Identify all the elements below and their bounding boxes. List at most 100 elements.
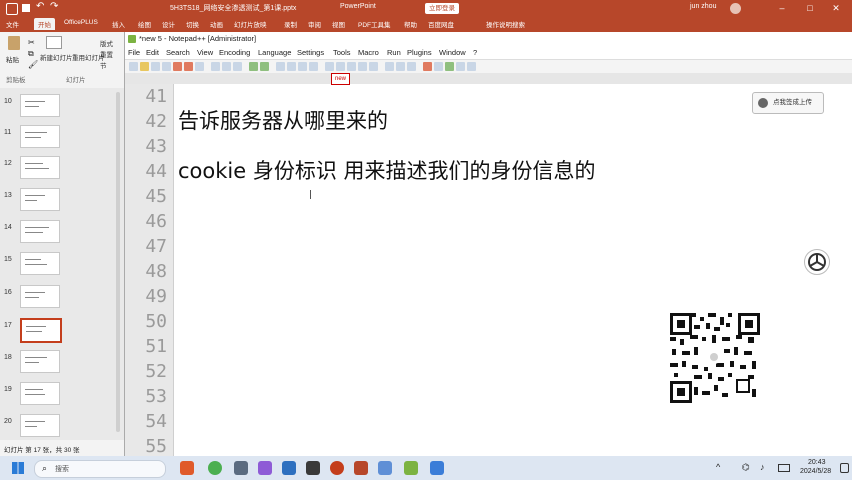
tab-help[interactable]: 帮助 (404, 19, 417, 29)
tab-review[interactable]: 审阅 (308, 19, 321, 29)
new-slide-icon[interactable] (46, 36, 62, 49)
slide-thumbnail-16[interactable] (20, 285, 60, 308)
copy-icon[interactable]: ⧉ (28, 49, 34, 59)
tab-officeplus[interactable]: OfficePLUS (64, 19, 98, 26)
menu-tools[interactable]: Tools (333, 48, 351, 57)
notifications-icon[interactable] (840, 463, 849, 473)
panel-scrollbar[interactable] (116, 92, 120, 432)
slide-thumbnail-10[interactable] (20, 94, 60, 117)
slide-thumbnail-panel[interactable]: 10 11 12 13 14 15 16 17 18 19 20 (0, 88, 124, 440)
upload-overlay-button[interactable]: 点我签成上传 (752, 92, 824, 114)
tri-circle-logo-icon[interactable] (804, 249, 830, 275)
save-icon[interactable] (22, 4, 30, 12)
user-name[interactable]: jun zhou (690, 3, 716, 10)
menu-edit[interactable]: Edit (146, 48, 159, 57)
slide-thumbnail-18[interactable] (20, 350, 60, 373)
redo-icon[interactable]: ↷ (50, 1, 58, 12)
login-chip[interactable]: 立即登录 (425, 3, 459, 14)
editor-line-44[interactable]: cookie 身份标识 用来描述我们的身份信息的 (178, 159, 596, 184)
tab-draw[interactable]: 绘图 (138, 19, 151, 29)
app-icon-5[interactable] (282, 461, 296, 475)
notepadpp-icon[interactable] (404, 461, 418, 475)
autosave-icon[interactable] (6, 3, 18, 15)
save-icon[interactable] (151, 62, 160, 71)
menu-settings[interactable]: Settings (297, 48, 324, 57)
zoom-in-icon[interactable] (298, 62, 307, 71)
word-wrap-icon[interactable] (347, 62, 356, 71)
powerpoint-icon[interactable] (354, 461, 368, 475)
app-icon-1[interactable] (180, 461, 194, 475)
windows-start-icon[interactable] (12, 462, 24, 474)
save-macro-icon[interactable] (467, 62, 476, 71)
app-icon-3[interactable] (234, 461, 248, 475)
slide-thumbnail-20[interactable] (20, 414, 60, 437)
tab-design[interactable]: 设计 (162, 19, 175, 29)
paste-icon[interactable] (233, 62, 242, 71)
app-icon-4[interactable] (258, 461, 272, 475)
menu-help[interactable]: ? (473, 48, 477, 57)
tab-view[interactable]: 视图 (332, 19, 345, 29)
paste-icon[interactable] (8, 36, 20, 50)
section-button[interactable]: 节 (100, 60, 107, 70)
volume-icon[interactable]: ♪ (760, 462, 765, 472)
menu-macro[interactable]: Macro (358, 48, 379, 57)
slide-thumbnail-15[interactable] (20, 252, 60, 275)
sync-vertical-icon[interactable] (325, 62, 334, 71)
taskbar-search-box[interactable]: ⌕ 搜索 (34, 460, 166, 478)
menu-file[interactable]: File (128, 48, 140, 57)
show-all-chars-icon[interactable] (358, 62, 367, 71)
menu-view[interactable]: View (197, 48, 213, 57)
tab-slideshow[interactable]: 幻灯片放映 (234, 19, 267, 29)
stop-macro-icon[interactable] (434, 62, 443, 71)
slide-thumbnail-13[interactable] (20, 188, 60, 211)
tray-chevron-icon[interactable]: ^ (716, 462, 720, 472)
copy-icon[interactable] (222, 62, 231, 71)
undo-icon[interactable]: ↶ (36, 1, 44, 12)
print-icon[interactable] (195, 62, 204, 71)
close-all-icon[interactable] (184, 62, 193, 71)
document-map-icon[interactable] (385, 62, 394, 71)
network-icon[interactable]: ⌬ (742, 462, 750, 473)
layout-button[interactable]: 版式 (100, 38, 113, 48)
menu-plugins[interactable]: Plugins (407, 48, 432, 57)
minimize-icon[interactable]: – (772, 1, 792, 15)
new-slide-button[interactable]: 新建幻灯片 (40, 52, 73, 62)
slide-thumbnail-12[interactable] (20, 156, 60, 179)
menu-run[interactable]: Run (387, 48, 401, 57)
clock-time[interactable]: 20:43 (808, 459, 826, 466)
reset-button[interactable]: 重置 (100, 49, 113, 59)
tab-home[interactable]: 开始 (34, 18, 55, 30)
app-icon-11[interactable] (430, 461, 444, 475)
menu-window[interactable]: Window (439, 48, 466, 57)
tab-insert[interactable]: 插入 (112, 19, 125, 29)
tab-netdisk[interactable]: 百度网盘 (428, 19, 454, 29)
battery-icon[interactable] (778, 464, 790, 472)
save-all-icon[interactable] (162, 62, 171, 71)
open-file-icon[interactable] (140, 62, 149, 71)
slide-thumbnail-11[interactable] (20, 125, 60, 148)
find-icon[interactable] (276, 62, 285, 71)
format-painter-icon[interactable]: 🖌 (28, 60, 38, 69)
run-macro-multiple-icon[interactable] (456, 62, 465, 71)
replace-icon[interactable] (287, 62, 296, 71)
redo-icon[interactable] (260, 62, 269, 71)
tab-transitions[interactable]: 切换 (186, 19, 199, 29)
cut-icon[interactable]: ✂ (28, 38, 35, 47)
menu-encoding[interactable]: Encoding (219, 48, 250, 57)
zoom-out-icon[interactable] (309, 62, 318, 71)
indent-guide-icon[interactable] (369, 62, 378, 71)
menu-search[interactable]: Search (166, 48, 190, 57)
menu-language[interactable]: Language (258, 48, 291, 57)
slide-thumbnail-19[interactable] (20, 382, 60, 405)
function-list-icon[interactable] (396, 62, 405, 71)
tab-file[interactable]: 文件 (6, 19, 19, 29)
record-macro-icon[interactable] (423, 62, 432, 71)
maximize-icon[interactable]: □ (800, 1, 820, 15)
slide-thumbnail-14[interactable] (20, 220, 60, 243)
app-icon-6[interactable] (306, 461, 320, 475)
app-icon-9[interactable] (378, 461, 392, 475)
sync-horizontal-icon[interactable] (336, 62, 345, 71)
clock-date[interactable]: 2024/5/28 (800, 468, 831, 475)
chrome-icon[interactable] (208, 461, 222, 475)
new-file-icon[interactable] (129, 62, 138, 71)
